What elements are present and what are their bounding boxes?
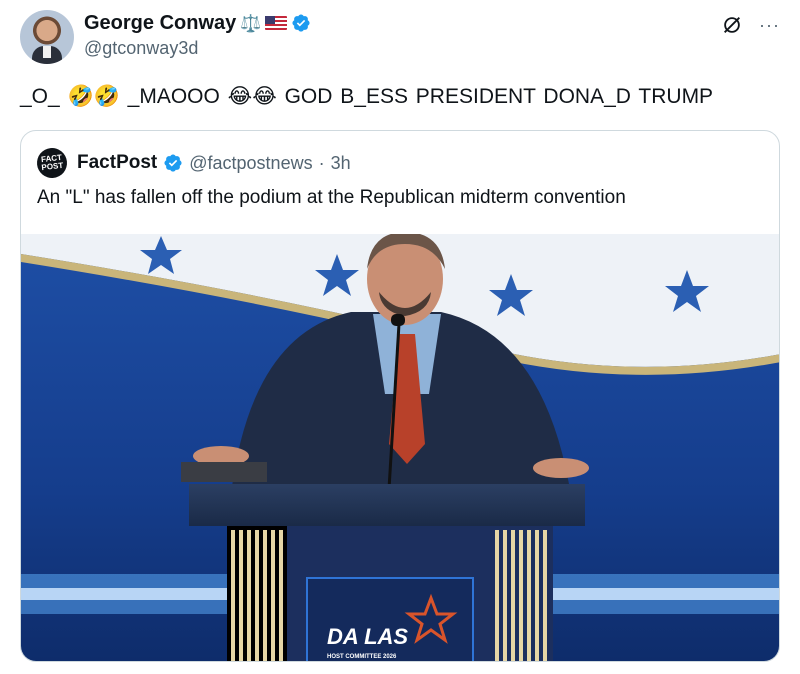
quoted-display-name[interactable]: FactPost — [77, 152, 157, 174]
verified-badge-icon[interactable] — [291, 13, 311, 33]
binder — [181, 462, 267, 482]
quoted-timestamp[interactable]: 3h — [331, 153, 351, 174]
quoted-text: An "L" has fallen off the podium at the … — [37, 187, 626, 208]
podium: DA LAS HOST COMMITTEE 2026 — [189, 484, 585, 661]
us-flag-icon — [265, 16, 288, 30]
podium-sign-text: DA LAS — [327, 624, 408, 649]
avatar-collar — [43, 46, 51, 58]
author-name-row: George Conway ⚖️ — [84, 10, 311, 36]
tweet-header: George Conway ⚖️ @gtconway3d ··· — [20, 10, 780, 70]
podium-sign-subtext: HOST COMMITTEE 2026 — [327, 654, 397, 660]
quoted-header: FACT POST FactPost @factpostnews · 3h — [35, 146, 351, 180]
quoted-handle[interactable]: @factpostnews — [189, 153, 312, 174]
logo-line-2: POST — [41, 160, 64, 173]
meta-separator: · — [318, 152, 325, 173]
author-avatar[interactable] — [20, 10, 74, 64]
tweet-text: _O_ 🤣🤣 _MAOOO 😂😂 GOD B_ESS PRESIDENT DON… — [20, 85, 714, 108]
more-options-icon[interactable]: ··· — [759, 15, 780, 36]
grok-icon[interactable] — [721, 14, 743, 36]
podium-scene: DA LAS HOST COMMITTEE 2026 — [21, 234, 779, 661]
author-display-name[interactable]: George Conway — [84, 12, 236, 35]
author-handle[interactable]: @gtconway3d — [84, 38, 198, 59]
header-actions: ··· — [721, 14, 780, 36]
scales-emoji: ⚖️ — [240, 13, 262, 33]
factpost-logo-icon[interactable]: FACT POST — [35, 146, 69, 180]
quoted-tweet[interactable]: FACT POST FactPost @factpostnews · 3h An… — [20, 130, 780, 662]
quoted-media-image[interactable]: DA LAS HOST COMMITTEE 2026 — [21, 234, 779, 661]
quoted-verified-badge-icon[interactable] — [163, 153, 183, 173]
